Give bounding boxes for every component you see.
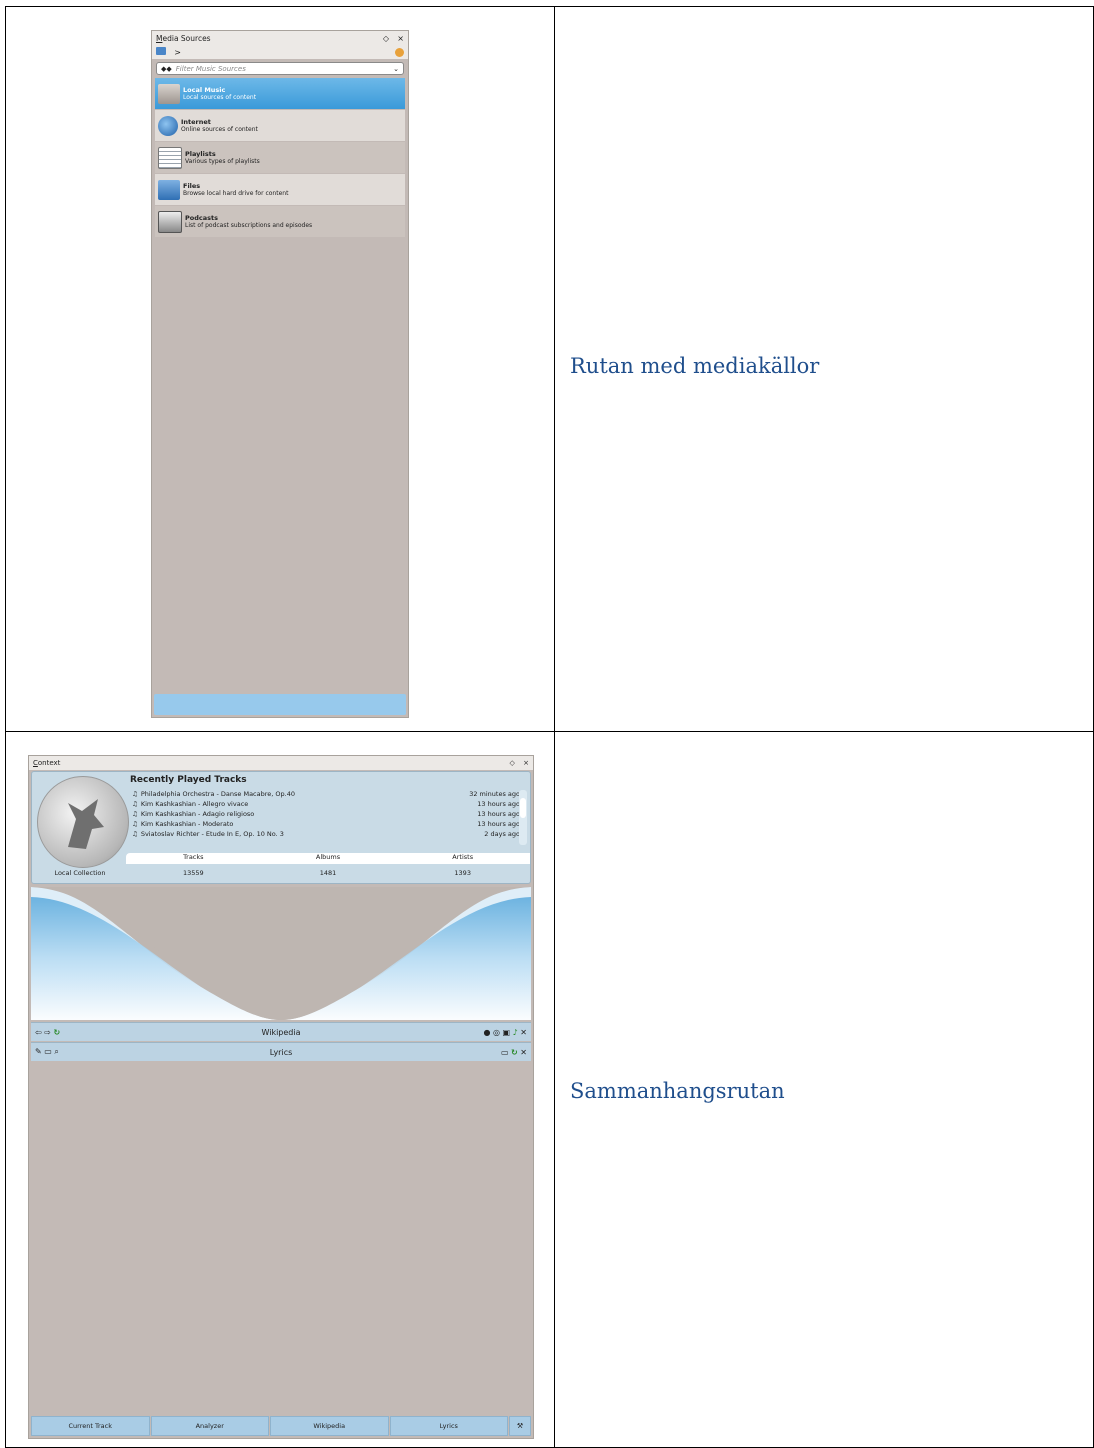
media-sources-titlebar: Media Sources ◇ × <box>152 31 408 45</box>
context-title: Context <box>33 759 61 767</box>
edit-icon[interactable]: ✎ <box>35 1047 42 1056</box>
list-item[interactable]: ♫ Philadelphia Orchestra - Danse Macabre,… <box>132 789 520 799</box>
spectrum-analyzer <box>31 887 531 1020</box>
music-note-icon: ♫ <box>132 830 138 838</box>
float-icon[interactable]: ◇ <box>510 759 515 767</box>
filter-music-sources-input[interactable]: ◆◆ Filter Music Sources ⌄ <box>156 62 404 75</box>
podcast-icon <box>158 210 182 233</box>
search-icon[interactable]: ⌕ <box>54 1047 58 1056</box>
collection-stats-row: Local Collection 13559 1481 1393 <box>34 865 530 880</box>
wrench-icon[interactable]: ⚒ <box>509 1416 531 1436</box>
scrollbar[interactable] <box>519 790 527 845</box>
media-sources-panel: Media Sources ◇ × > ◆◆ Filter Music Sour… <box>151 30 409 718</box>
source-internet[interactable]: Internet Online sources of content <box>155 110 405 141</box>
context-titlebar: Context ◇ × <box>29 756 533 770</box>
hard-drive-icon <box>158 83 180 104</box>
reload-icon[interactable]: ↻ <box>54 1028 61 1037</box>
float-icon[interactable]: ◇ <box>383 34 389 43</box>
wikipedia-title: Wikipedia <box>261 1027 301 1037</box>
tab-current-track[interactable]: Current Track <box>31 1416 150 1436</box>
settings-icon[interactable]: ✕ <box>520 1048 527 1057</box>
list-item[interactable]: ♫ Kim Kashkashian - Moderato 13 hours ago <box>132 819 520 829</box>
media-sources-navbar: > <box>152 45 408 59</box>
close-icon[interactable]: × <box>523 759 529 767</box>
amarok-wolf-logo <box>37 776 129 868</box>
context-applet-tabs: Current Track Analyzer Wikipedia Lyrics … <box>31 1416 531 1436</box>
folder-icon <box>158 179 180 200</box>
tab-analyzer[interactable]: Analyzer <box>150 1416 269 1436</box>
album-icon[interactable]: ◎ <box>493 1028 500 1037</box>
breadcrumb[interactable]: > <box>174 48 181 57</box>
source-podcasts[interactable]: Podcasts List of podcast subscriptions an… <box>155 206 405 237</box>
close-icon[interactable]: × <box>397 34 404 43</box>
tab-wikipedia[interactable]: Wikipedia <box>270 1416 389 1436</box>
scrollbar-thumb[interactable] <box>520 798 526 818</box>
list-item[interactable]: ♫ Kim Kashkashian - Adagio religioso 13 ho… <box>132 809 520 819</box>
local-collection-label: Local Collection <box>54 868 106 877</box>
media-sources-bottom-bar <box>154 694 406 715</box>
lyrics-title: Lyrics <box>269 1047 293 1057</box>
globe-icon <box>158 115 178 136</box>
current-track-applet: Recently Played Tracks ♫ Philadelphia Orc… <box>31 771 531 884</box>
chevron-down-icon[interactable]: ⌄ <box>393 65 399 73</box>
media-sources-title: Media Sources <box>156 33 211 43</box>
recently-played-list: ♫ Philadelphia Orchestra - Danse Macabre,… <box>132 789 520 839</box>
source-local-music[interactable]: Local Music Local sources of content <box>155 78 405 109</box>
forward-arrow-icon[interactable]: ⇨ <box>44 1028 51 1037</box>
music-note-icon: ♫ <box>132 810 138 818</box>
wikipedia-toolbar: ⇦ ⇨ ↻ Wikipedia ● ◎ ▣ ♪ ✕ <box>31 1022 531 1041</box>
music-note-icon: ♫ <box>132 800 138 808</box>
collection-stats-header: Tracks Albums Artists <box>126 853 530 864</box>
binoculars-icon: ◆◆ <box>161 64 172 73</box>
lyrics-toolbar: ✎ ▭ ⌕ Lyrics ▭ ↻ ✕ <box>31 1042 531 1061</box>
context-panel: Context ◇ × Recently Played Tracks ♫ Phil… <box>28 755 534 1439</box>
back-arrow-icon[interactable]: ⇦ <box>35 1028 42 1037</box>
music-note-icon: ♫ <box>132 790 138 798</box>
track-icon[interactable]: ▣ <box>503 1028 511 1037</box>
save-icon[interactable]: ▭ <box>44 1047 52 1056</box>
wolf-icon <box>68 799 104 849</box>
caption-media-sources: Rutan med mediakällor <box>570 354 820 378</box>
music-note-icon: ♫ <box>132 820 138 828</box>
source-playlists[interactable]: Playlists Various types of playlists <box>155 142 405 173</box>
playlist-icon <box>158 146 182 169</box>
source-files[interactable]: Files Browse local hard drive for content <box>155 174 405 205</box>
list-item[interactable]: ♫ Sviatoslav Richter - Etude In E, Op. 10… <box>132 829 520 839</box>
recently-played-title: Recently Played Tracks <box>130 775 247 785</box>
services-icon[interactable] <box>395 47 404 57</box>
albums-count: 1481 <box>319 868 337 877</box>
artists-count: 1393 <box>454 868 471 877</box>
music-note-icon[interactable]: ♪ <box>513 1028 518 1037</box>
close-lyrics-icon[interactable]: ▭ <box>501 1048 509 1057</box>
reload-icon[interactable]: ↻ <box>511 1048 518 1057</box>
tab-lyrics[interactable]: Lyrics <box>389 1416 508 1436</box>
artist-icon[interactable]: ● <box>483 1028 490 1037</box>
list-item[interactable]: ♫ Kim Kashkashian - Allegro vivace 13 hour… <box>132 799 520 809</box>
filter-placeholder: Filter Music Sources <box>175 64 246 73</box>
settings-icon[interactable]: ✕ <box>520 1028 527 1037</box>
analyzer-visualization <box>31 887 531 1020</box>
folder-icon[interactable] <box>156 47 166 55</box>
caption-context: Sammanhangsrutan <box>570 1079 785 1103</box>
tracks-count: 13559 <box>182 868 204 877</box>
